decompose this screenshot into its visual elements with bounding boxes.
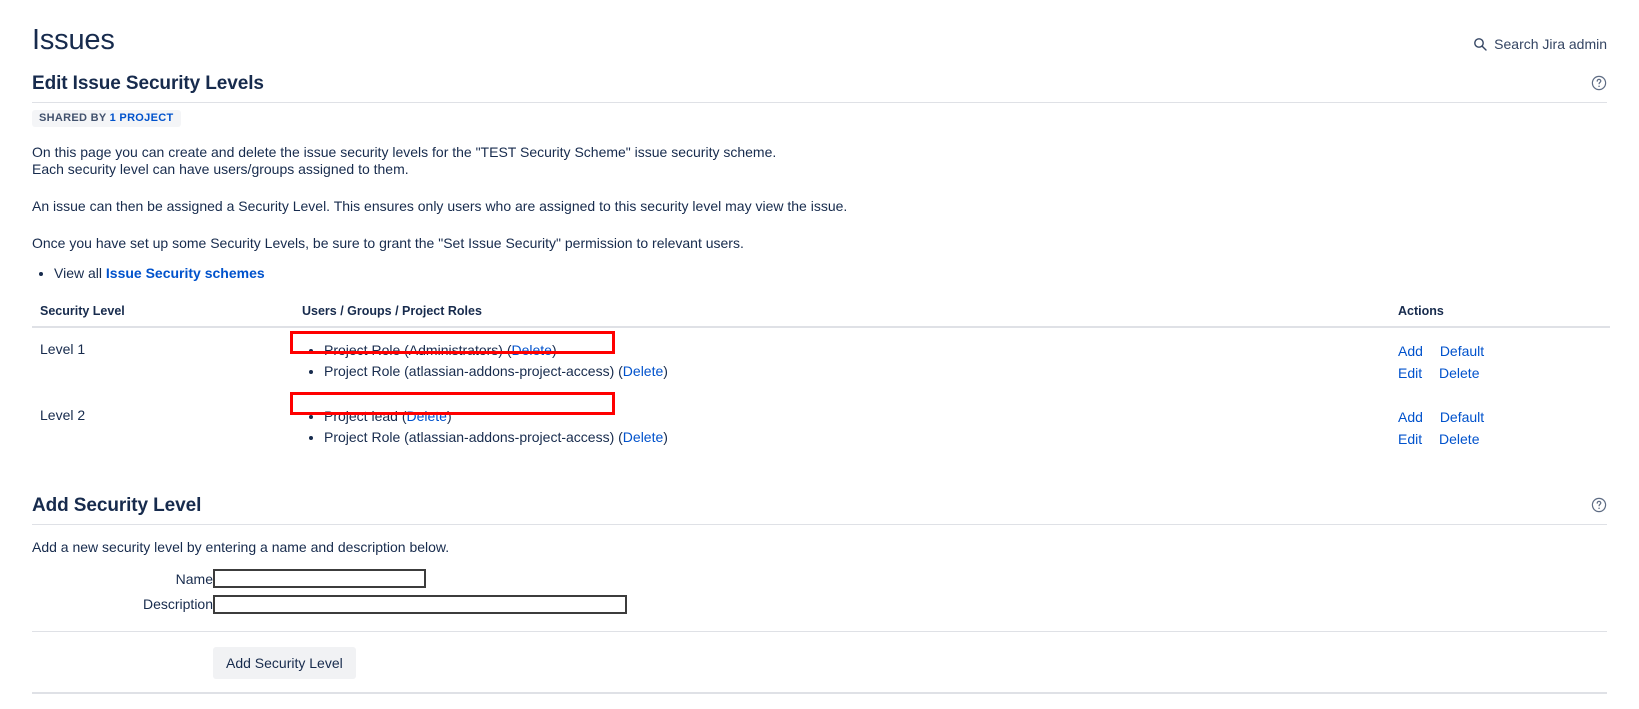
shared-by-badge: SHARED BY 1 PROJECT (32, 110, 181, 127)
member-item: Project Role (atlassian-addons-project-a… (324, 361, 1390, 382)
action-link-add[interactable]: Add (1398, 409, 1423, 425)
section-divider (32, 524, 1607, 525)
action-link-edit[interactable]: Edit (1398, 365, 1422, 381)
actions-cell: Add Default Edit Delete (1390, 394, 1610, 460)
description-input[interactable] (213, 595, 627, 614)
edit-issue-security-levels-section: Edit Issue Security Levels (32, 72, 1607, 103)
submit-row: Add Security Level (32, 647, 1607, 679)
section-divider (32, 102, 1607, 103)
add-security-level-button[interactable]: Add Security Level (213, 647, 356, 679)
action-link-delete[interactable]: Delete (1439, 365, 1479, 381)
members-cell: Project lead (Delete) Project Role (atlas… (294, 394, 1390, 460)
table-row: Level 1Project Role (Administrators) (De… (32, 327, 1610, 394)
member-label: Project lead (324, 408, 398, 424)
member-item: Project lead (Delete) (324, 406, 1390, 427)
description-label: Description (32, 592, 213, 618)
member-delete-link[interactable]: Delete (512, 342, 552, 358)
column-header-users-groups-roles: Users / Groups / Project Roles (294, 304, 1390, 327)
issue-security-schemes-link[interactable]: Issue Security schemes (106, 265, 265, 281)
name-input[interactable] (213, 569, 426, 588)
member-delete-link[interactable]: Delete (623, 429, 663, 445)
members-list: Project Role (Administrators) (Delete)Pr… (302, 340, 1390, 382)
name-field-cell (213, 566, 627, 592)
view-all-list: View all Issue Security schemes (32, 264, 1607, 282)
column-header-actions: Actions (1390, 304, 1610, 327)
actions-cell: Add Default Edit Delete (1390, 327, 1610, 394)
action-link-delete[interactable]: Delete (1439, 431, 1479, 447)
table-header-row: Security Level Users / Groups / Project … (32, 304, 1610, 327)
description-field-cell (213, 592, 627, 618)
add-security-level-form: Name Description (32, 566, 627, 617)
shared-by-count-link[interactable]: 1 PROJECT (110, 112, 174, 124)
member-item: Project Role (atlassian-addons-project-a… (324, 427, 1390, 448)
members-cell: Project Role (Administrators) (Delete)Pr… (294, 327, 1390, 394)
search-jira-admin-label: Search Jira admin (1494, 36, 1607, 52)
view-all-prefix: View all (54, 265, 102, 281)
action-link-default[interactable]: Default (1440, 343, 1484, 359)
edit-description-line-3: An issue can then be assigned a Security… (32, 198, 1607, 215)
actions-group: Add Default Edit Delete (1398, 406, 1524, 450)
security-level-name: Level 1 (32, 327, 294, 394)
add-section-description: Add a new security level by entering a n… (32, 538, 1607, 556)
actions-group: Add Default Edit Delete (1398, 340, 1524, 384)
edit-section-heading: Edit Issue Security Levels (32, 72, 1607, 102)
help-icon-add-section[interactable] (1591, 497, 1607, 513)
member-item: Project Role (Administrators) (Delete) (324, 340, 1390, 361)
add-security-level-section: Add Security Level (32, 494, 1607, 525)
add-section-heading: Add Security Level (32, 494, 1607, 524)
table-head: Security Level Users / Groups / Project … (32, 304, 1610, 327)
search-jira-admin-button[interactable]: Search Jira admin (1473, 36, 1607, 52)
form-row-name: Name (32, 566, 627, 592)
action-link-edit[interactable]: Edit (1398, 431, 1422, 447)
action-link-default[interactable]: Default (1440, 409, 1484, 425)
member-label: Project Role (atlassian-addons-project-a… (324, 363, 614, 379)
security-level-name: Level 2 (32, 394, 294, 460)
form-row-description: Description (32, 592, 627, 618)
form-divider (32, 631, 1607, 632)
list-item: View all Issue Security schemes (54, 264, 1607, 282)
member-label: Project Role (Administrators) (324, 342, 503, 358)
edit-description-line-1: On this page you can create and delete t… (32, 144, 1607, 161)
shared-by-label: SHARED BY (39, 112, 106, 124)
column-header-security-level: Security Level (32, 304, 294, 327)
search-icon (1473, 37, 1487, 51)
edit-description-line-4: Once you have set up some Security Level… (32, 235, 1607, 252)
bottom-divider (32, 692, 1607, 694)
security-levels-table: Security Level Users / Groups / Project … (32, 304, 1610, 460)
members-list: Project lead (Delete) Project Role (atlas… (302, 406, 1390, 448)
action-link-add[interactable]: Add (1398, 343, 1423, 359)
edit-description-line-2: Each security level can have users/group… (32, 161, 1607, 178)
admin-page: Issues Search Jira admin Edit Issue Secu… (0, 0, 1639, 709)
member-delete-link[interactable]: Delete (623, 363, 663, 379)
member-label: Project Role (atlassian-addons-project-a… (324, 429, 614, 445)
help-icon-edit-section[interactable] (1591, 75, 1607, 91)
name-label: Name (32, 566, 213, 592)
page-title: Issues (32, 22, 115, 58)
page-header: Issues Search Jira admin (32, 0, 1607, 72)
table-body: Level 1Project Role (Administrators) (De… (32, 327, 1610, 460)
table-row: Level 2 Project lead (Delete) Project Role… (32, 394, 1610, 460)
member-delete-link[interactable]: Delete (407, 408, 447, 424)
